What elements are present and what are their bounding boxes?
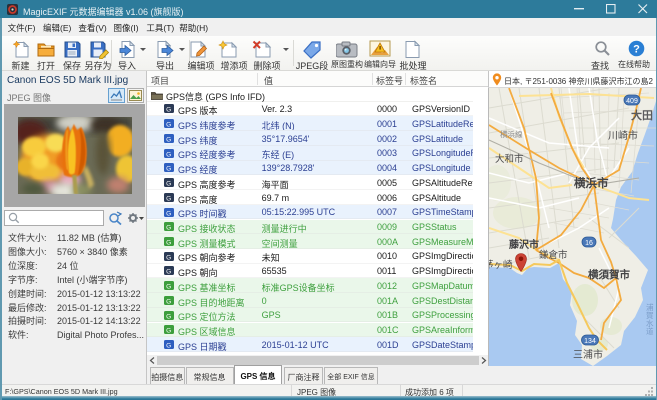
svg-text:16: 16 <box>585 240 593 247</box>
svg-text:G: G <box>166 328 171 335</box>
svg-text:G: G <box>166 121 171 128</box>
svg-text:G: G <box>166 342 171 349</box>
svg-text:G: G <box>166 298 171 305</box>
svg-text:G: G <box>166 239 171 246</box>
svg-text:鎌倉市: 鎌倉市 <box>539 249 568 261</box>
svg-text:三浦市: 三浦市 <box>573 348 603 361</box>
svg-text:G: G <box>166 136 171 143</box>
svg-text:G: G <box>166 180 171 187</box>
svg-text:G: G <box>166 195 171 202</box>
svg-text:G: G <box>166 166 171 173</box>
svg-text:G: G <box>166 269 171 276</box>
svg-text:409: 409 <box>626 98 638 105</box>
svg-text:G: G <box>166 283 171 290</box>
svg-text:大田: 大田 <box>631 108 653 122</box>
svg-text:G: G <box>166 254 171 261</box>
svg-text:横浜市: 横浜市 <box>574 176 609 190</box>
svg-text:G: G <box>166 225 171 232</box>
svg-text:134: 134 <box>584 338 596 345</box>
svg-text:G: G <box>166 210 171 217</box>
svg-text:藤沢市: 藤沢市 <box>509 238 539 251</box>
svg-text:?: ? <box>633 44 640 56</box>
svg-text:浦賀水道: 浦賀水道 <box>646 302 654 336</box>
svg-text:G: G <box>166 151 171 158</box>
svg-text:G: G <box>166 107 171 114</box>
svg-text:茅ヶ崎: 茅ヶ崎 <box>489 259 513 271</box>
svg-text:川崎市: 川崎市 <box>608 129 638 142</box>
svg-text:横須賀市: 横須賀市 <box>588 268 630 281</box>
svg-text:G: G <box>166 313 171 320</box>
svg-text:横浜線: 横浜線 <box>500 129 523 139</box>
svg-text:大和市: 大和市 <box>495 153 524 165</box>
